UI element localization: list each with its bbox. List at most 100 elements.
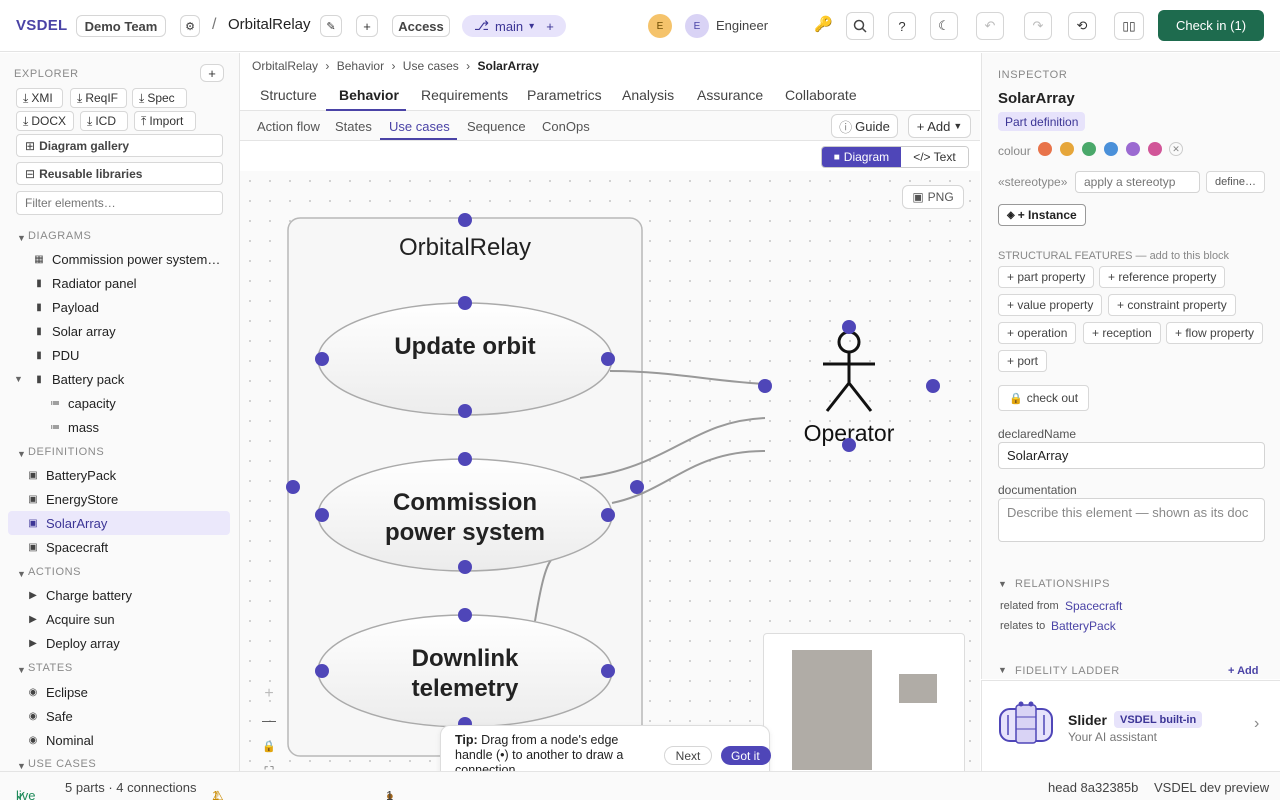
user-avatar[interactable]: E <box>685 14 709 38</box>
minimap[interactable] <box>763 633 965 771</box>
breadcrumb-item[interactable]: Behavior <box>337 59 384 73</box>
add-operation-button[interactable]: + operation <box>998 322 1077 344</box>
chevron-down-icon[interactable]: ▼ <box>17 449 26 459</box>
tree-item-state[interactable]: ◉ Eclipse <box>8 680 230 704</box>
tree-item-attribute[interactable]: ≔ mass <box>8 415 230 439</box>
export-icd-button[interactable]: ⤓ ICD <box>80 111 128 131</box>
add-port-button[interactable]: + port <box>998 350 1048 372</box>
chevron-down-icon[interactable]: ▼ <box>8 374 32 384</box>
tree-item-diagram[interactable]: ▮ Radiator panel <box>8 271 230 295</box>
colour-swatch[interactable] <box>1038 142 1052 156</box>
declared-name-input[interactable]: SolarArray <box>998 442 1265 469</box>
subtab-conops[interactable]: ConOps <box>542 119 590 134</box>
export-png-button[interactable]: ▣ PNG <box>902 185 964 209</box>
tree-item-diagram[interactable]: ▮ Payload <box>8 295 230 319</box>
tree-item-battery-pack[interactable]: ▼ ▮ Battery pack <box>8 367 230 391</box>
tree-item-action[interactable]: ▶ Acquire sun <box>8 607 230 631</box>
colour-swatch[interactable] <box>1082 142 1096 156</box>
add-constraint-property-button[interactable]: + constraint property <box>1108 294 1236 316</box>
tree-item-action[interactable]: ▶ Deploy array <box>8 631 230 655</box>
define-stereotype-button[interactable]: define… <box>1206 171 1265 193</box>
add-instance-button[interactable]: ◈ + Instance <box>998 204 1086 226</box>
section-actions[interactable]: ACTIONS <box>28 566 81 578</box>
search-button[interactable] <box>846 12 874 40</box>
tab-collaborate[interactable]: Collaborate <box>785 87 857 103</box>
team-selector[interactable]: Demo Team <box>76 15 166 37</box>
related-from-link[interactable]: Spacecraft <box>1065 599 1122 613</box>
fidelity-ladder-title[interactable]: FIDELITY LADDER <box>1015 665 1120 677</box>
tree-item-attribute[interactable]: ≔ capacity <box>8 391 230 415</box>
tree-item-definition-selected[interactable]: ▣ SolarArray <box>8 511 230 535</box>
filter-elements-input[interactable] <box>16 191 223 215</box>
tip-got-it-button[interactable]: Got it <box>721 746 771 765</box>
tree-item-definition[interactable]: ▣ EnergyStore <box>8 487 230 511</box>
check-out-button[interactable]: 🔒 check out <box>998 385 1090 411</box>
add-flow-property-button[interactable]: + flow property <box>1166 322 1264 344</box>
help-button[interactable]: ? <box>888 12 916 40</box>
relates-to-link[interactable]: BatteryPack <box>1051 619 1116 633</box>
clear-colour-icon[interactable]: ✕ <box>1169 142 1183 156</box>
chevron-down-icon[interactable]: ▼ <box>17 761 26 771</box>
undo-button[interactable]: ↶ <box>976 12 1004 40</box>
docs-button[interactable]: ▯▯ <box>1114 12 1144 40</box>
subtab-sequence[interactable]: Sequence <box>467 119 526 134</box>
diagram-gallery-button[interactable]: ⊞ Diagram gallery <box>16 134 223 157</box>
tree-item-definition[interactable]: ▣ Spacecraft <box>8 535 230 559</box>
section-states[interactable]: STATES <box>28 662 73 674</box>
zoom-out-button[interactable]: — <box>256 707 282 733</box>
add-part-property-button[interactable]: + part property <box>998 266 1095 288</box>
history-button[interactable]: ⟲ <box>1068 12 1096 40</box>
check-in-button[interactable]: Check in (1) <box>1158 10 1264 41</box>
rename-project-button[interactable]: ✎ <box>320 15 342 37</box>
export-spec-button[interactable]: ⤓ Spec <box>132 88 187 108</box>
view-diagram-button[interactable]: ■ Diagram <box>822 147 901 167</box>
fit-view-button[interactable]: ⛶ <box>256 759 282 771</box>
section-definitions[interactable]: DEFINITIONS <box>28 446 104 458</box>
redo-button[interactable]: ↷ <box>1024 12 1052 40</box>
chevron-down-icon[interactable]: ▼ <box>17 569 26 579</box>
explorer-add-button[interactable]: + <box>200 64 224 82</box>
branch-selector[interactable]: ⎇ main ▾ + <box>462 15 566 37</box>
assistant-card[interactable]: Slider VSDEL built-in Your AI assistant … <box>981 680 1280 771</box>
add-reference-property-button[interactable]: + reference property <box>1099 266 1226 288</box>
project-name[interactable]: OrbitalRelay <box>228 16 311 33</box>
key-icon[interactable]: 🔑 <box>814 15 833 33</box>
tab-analysis[interactable]: Analysis <box>622 87 674 103</box>
new-branch-icon[interactable]: + <box>546 19 554 34</box>
colour-swatch[interactable] <box>1060 142 1074 156</box>
presence-avatar[interactable]: E <box>648 14 672 38</box>
diagram-canvas[interactable]: OrbitalRelay Update orbit Commission pow… <box>240 171 980 771</box>
chevron-down-icon[interactable]: ▼ <box>998 665 1007 675</box>
tree-item-action[interactable]: ▶ Charge battery <box>8 583 230 607</box>
reusable-libraries-button[interactable]: ⊟ Reusable libraries <box>16 162 223 185</box>
breadcrumb-item[interactable]: OrbitalRelay <box>252 59 318 73</box>
stereotype-input[interactable] <box>1075 171 1200 193</box>
documentation-textarea[interactable]: Describe this element — shown as its doc <box>998 498 1265 542</box>
tree-item-diagram[interactable]: ▮ PDU <box>8 343 230 367</box>
colour-swatch[interactable] <box>1104 142 1118 156</box>
tip-next-button[interactable]: Next <box>664 746 712 765</box>
section-use-cases[interactable]: USE CASES <box>28 758 96 770</box>
breadcrumb-item[interactable]: Use cases <box>403 59 459 73</box>
theme-toggle-button[interactable]: ☾ <box>930 12 958 40</box>
add-value-property-button[interactable]: + value property <box>998 294 1103 316</box>
export-reqif-button[interactable]: ⤓ ReqIF <box>70 88 127 108</box>
import-button[interactable]: ⤒ Import <box>134 111 196 131</box>
tab-parametrics[interactable]: Parametrics <box>527 87 602 103</box>
chevron-down-icon[interactable]: ▼ <box>998 579 1007 589</box>
tree-item-definition[interactable]: ▣ BatteryPack <box>8 463 230 487</box>
tab-requirements[interactable]: Requirements <box>421 87 508 103</box>
lock-button[interactable]: 🔒 <box>256 733 282 759</box>
tree-item-state[interactable]: ◉ Safe <box>8 704 230 728</box>
relationships-title[interactable]: RELATIONSHIPS <box>1015 578 1110 590</box>
colour-swatch[interactable] <box>1126 142 1140 156</box>
chevron-down-icon[interactable]: ▼ <box>17 665 26 675</box>
export-docx-button[interactable]: ⤓ DOCX <box>16 111 74 131</box>
subtab-states[interactable]: States <box>335 119 372 134</box>
subtab-action-flow[interactable]: Action flow <box>257 119 320 134</box>
tab-structure[interactable]: Structure <box>260 87 317 103</box>
tree-item-state[interactable]: ◉ Nominal <box>8 728 230 752</box>
new-project-button[interactable]: + <box>356 15 378 37</box>
tab-behavior[interactable]: Behavior <box>339 87 399 103</box>
zoom-in-button[interactable]: + <box>256 681 282 707</box>
